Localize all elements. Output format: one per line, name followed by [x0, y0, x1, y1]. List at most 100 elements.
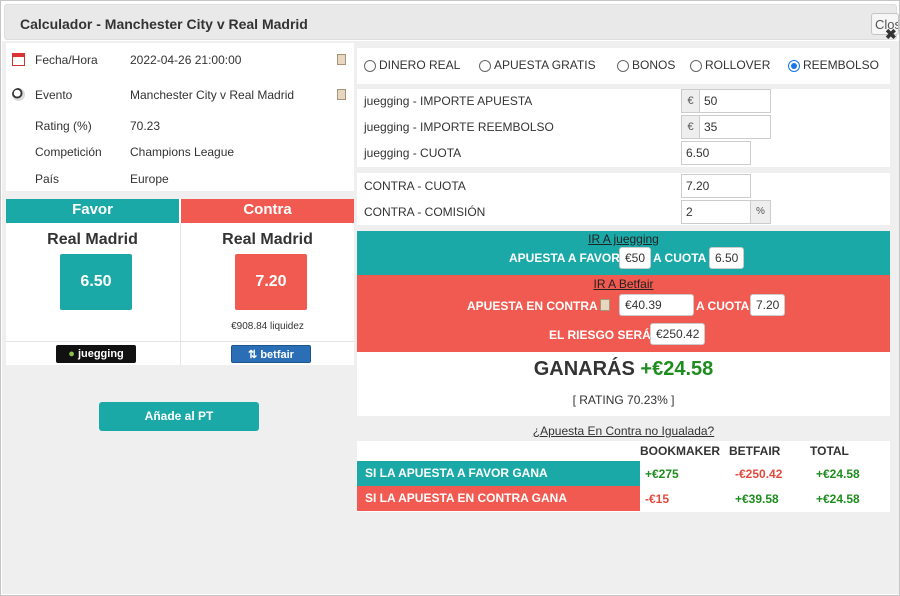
- outcome-table: BOOKMAKER BETFAIR TOTAL SI LA APUESTA A …: [357, 441, 890, 512]
- betfair-logo[interactable]: ⇅ betfair: [231, 345, 311, 363]
- column-header: BETFAIR: [729, 444, 781, 458]
- lay-bet-band: IR A Betfair APUESTA EN CONTRA €40.39 A …: [357, 275, 890, 352]
- risk-text: EL RIESGO SERÁ: [549, 328, 651, 342]
- calendar-icon: [12, 53, 25, 66]
- refund-label: juegging - IMPORTE REEMBOLSO: [364, 120, 554, 134]
- info-row-date: Fecha/Hora 2022-04-26 21:00:00: [6, 50, 354, 70]
- profit-label: GANARÁS: [533, 358, 635, 380]
- radio-label: ROLLOVER: [705, 58, 771, 72]
- stake-input[interactable]: [699, 89, 771, 113]
- info-value: Europe: [130, 172, 169, 186]
- bookie-odds-row: juegging - CUOTA: [357, 141, 890, 165]
- contra-odds-box[interactable]: 7.20: [235, 254, 307, 310]
- profit-line: GANARÁS +€24.58: [357, 358, 890, 381]
- outcome-row-label: SI LA APUESTA EN CONTRA GANA: [357, 486, 640, 511]
- profit-result: GANARÁS +€24.58 [ RATING 70.23% ]: [357, 352, 890, 416]
- favor-team: Real Madrid: [47, 231, 138, 248]
- lay-odds-value[interactable]: 7.20: [750, 294, 786, 316]
- table-cell: +€275: [645, 467, 679, 481]
- info-label: Evento: [35, 88, 73, 102]
- bookie-odds-input[interactable]: [681, 141, 751, 165]
- table-cell: +€39.58: [735, 492, 779, 506]
- radio-apuesta-gratis[interactable]: APUESTA GRATIS: [479, 58, 596, 72]
- lay-bet-text: APUESTA EN CONTRA: [467, 299, 598, 313]
- commission-label: CONTRA - COMISIÓN: [364, 205, 486, 219]
- info-value: 2022-04-26 21:00:00: [130, 53, 242, 67]
- table-cell: -€15: [645, 492, 670, 506]
- info-value: 70.23: [130, 119, 161, 133]
- lay-odds-label: CONTRA - CUOTA: [364, 179, 466, 193]
- favor-odds-box[interactable]: 6.50: [60, 254, 132, 310]
- lay-stake-value[interactable]: €40.39: [619, 294, 694, 316]
- radio-dinero-real[interactable]: DINERO REAL: [364, 58, 460, 72]
- contra-header: Contra: [181, 199, 354, 223]
- lay-odds-input[interactable]: [681, 174, 751, 198]
- copy-icon[interactable]: [600, 299, 610, 311]
- info-row-competition: Competición Champions League: [6, 142, 354, 162]
- euro-addon: €: [681, 115, 699, 139]
- profit-amount: +€24.58: [640, 358, 714, 380]
- info-value: Champions League: [130, 145, 235, 159]
- commission-input[interactable]: [681, 200, 751, 224]
- radio-reembolso[interactable]: REEMBOLSO: [788, 58, 879, 72]
- exchange-name: betfair: [260, 349, 294, 361]
- table-cell: +€24.58: [816, 467, 860, 481]
- lay-odds-row: CONTRA - CUOTA: [357, 174, 890, 198]
- contra-team: Real Madrid: [222, 231, 313, 248]
- info-label: País: [35, 172, 60, 186]
- go-to-bookmaker-link[interactable]: IR A juegging: [357, 232, 890, 246]
- radio-circle[interactable]: [479, 60, 491, 72]
- bookie-odds-label: juegging - CUOTA: [364, 146, 462, 160]
- back-odds-text: A CUOTA: [653, 251, 707, 265]
- info-value: Manchester City v Real Madrid: [130, 88, 295, 102]
- dialog-title: Calculador - Manchester City v Real Madr…: [20, 16, 308, 32]
- refund-row: juegging - IMPORTE REEMBOLSO €: [357, 115, 890, 139]
- radio-circle[interactable]: [364, 60, 376, 72]
- table-cell: -€250.42: [735, 467, 783, 481]
- info-row-country: País Europe: [6, 169, 354, 189]
- stake-label: juegging - IMPORTE APUESTA: [364, 94, 533, 108]
- divider: [6, 341, 354, 342]
- risk-value: €250.42: [650, 323, 706, 345]
- refund-input[interactable]: [699, 115, 771, 139]
- favor-header: Favor: [6, 199, 179, 223]
- rating-text: [ RATING 70.23% ]: [572, 393, 675, 407]
- bookmaker-name: juegging: [77, 348, 124, 360]
- euro-addon: €: [681, 89, 699, 113]
- bookmaker-fields-panel: juegging - IMPORTE APUESTA € juegging - …: [357, 89, 890, 167]
- radio-circle-selected[interactable]: [788, 60, 800, 72]
- radio-circle[interactable]: [690, 60, 702, 72]
- juegging-logo[interactable]: ● juegging: [56, 345, 136, 363]
- unmatched-lay-link[interactable]: ¿Apuesta En Contra no Igualada?: [357, 424, 890, 438]
- lay-odds-text: A CUOTA: [696, 299, 750, 313]
- percent-addon: %: [751, 200, 771, 224]
- go-to-betfair-link[interactable]: IR A Betfair: [357, 277, 890, 291]
- radio-circle[interactable]: [617, 60, 629, 72]
- info-label: Rating (%): [35, 119, 92, 133]
- add-to-pt-button[interactable]: Añade al PT: [99, 402, 259, 431]
- back-stake-value[interactable]: €50: [619, 247, 652, 269]
- dialog-content: Fecha/Hora 2022-04-26 21:00:00 Evento Ma…: [2, 41, 899, 594]
- back-bet-text: APUESTA A FAVOR: [509, 251, 620, 265]
- column-header: TOTAL: [810, 444, 849, 458]
- favor-contra-panel: Favor Contra Real Madrid Real Madrid 6.5…: [6, 199, 354, 365]
- event-info-panel: Fecha/Hora 2022-04-26 21:00:00 Evento Ma…: [6, 43, 354, 191]
- stake-row: juegging - IMPORTE APUESTA €: [357, 89, 890, 113]
- soccer-ball-icon: [12, 88, 25, 101]
- copy-icon[interactable]: [337, 89, 346, 100]
- radio-label: DINERO REAL: [379, 58, 461, 72]
- back-odds-value[interactable]: 6.50: [709, 247, 745, 269]
- lay-fields-panel: CONTRA - CUOTA CONTRA - COMISIÓN %: [357, 173, 890, 225]
- radio-label: BONOS: [632, 58, 676, 72]
- commission-row: CONTRA - COMISIÓN %: [357, 200, 890, 224]
- dialog-titlebar: Calculador - Manchester City v Real Madr…: [4, 4, 897, 40]
- contra-liquidity: €908.84 liquidez: [231, 321, 304, 332]
- info-row-event: Evento Manchester City v Real Madrid: [6, 85, 354, 105]
- radio-label: REEMBOLSO: [803, 58, 880, 72]
- copy-icon[interactable]: [337, 54, 346, 65]
- radio-rollover[interactable]: ROLLOVER: [690, 58, 770, 72]
- radio-bonos[interactable]: BONOS: [617, 58, 675, 72]
- calculator-dialog: Calculador - Manchester City v Real Madr…: [0, 0, 900, 596]
- column-header: BOOKMAKER: [640, 444, 720, 458]
- info-row-rating: Rating (%) 70.23: [6, 116, 354, 136]
